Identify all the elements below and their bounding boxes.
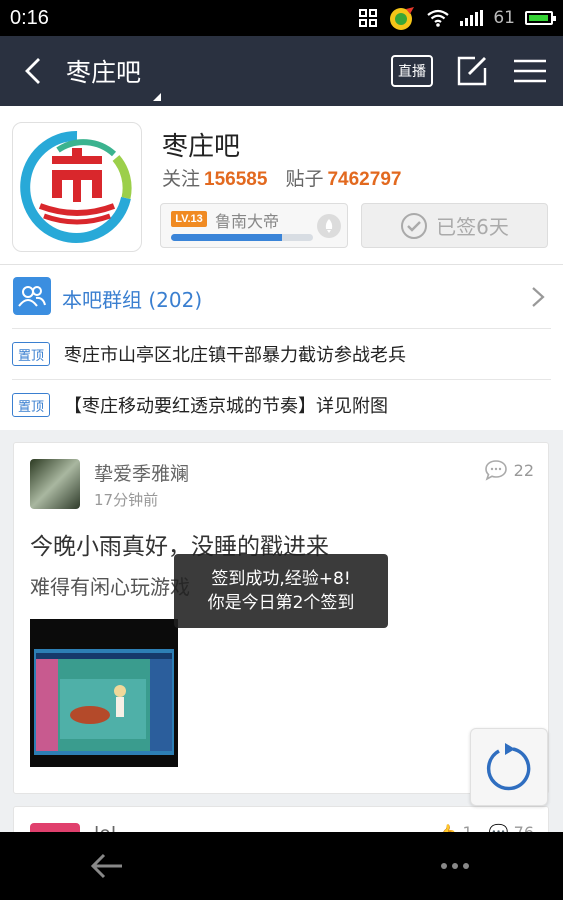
post-image[interactable]	[30, 619, 178, 767]
level-badge: LV.13	[171, 211, 207, 227]
app-bar: 枣庄吧 直播	[0, 36, 563, 106]
level-box[interactable]: LV.13 鲁南大帝	[160, 203, 348, 248]
menu-icon	[514, 59, 546, 83]
follow-count: 156585	[204, 169, 268, 190]
toast-line-2: 你是今日第2个签到	[207, 593, 355, 613]
wifi-icon	[427, 9, 450, 27]
pinned-badge: 置顶	[12, 393, 50, 417]
forum-logo-icon	[20, 130, 132, 243]
app-actions: 直播	[391, 52, 563, 90]
forum-header: 枣庄吧 关注 156585 贴子 7462797 LV.13 鲁南大帝 已签6天	[0, 106, 563, 264]
avatar[interactable]	[30, 459, 80, 509]
nav-back-button[interactable]	[86, 848, 128, 884]
app-notification-icon	[390, 7, 415, 30]
system-nav-bar	[0, 832, 563, 900]
status-icons: 61	[358, 5, 556, 31]
group-label: 本吧群组 (202)	[62, 288, 203, 312]
group-count: (202)	[148, 288, 203, 312]
app-title[interactable]: 枣庄吧	[66, 53, 162, 101]
refresh-icon	[486, 743, 531, 791]
nav-more-icon	[441, 863, 469, 869]
post-username[interactable]: 挚爱季雅斓	[94, 459, 189, 486]
comment-icon	[484, 460, 507, 481]
refresh-button[interactable]	[470, 728, 548, 806]
level-name: 鲁南大帝	[215, 212, 280, 231]
forum-stats: 关注 156585 贴子 7462797	[162, 164, 413, 191]
back-button[interactable]	[0, 36, 66, 106]
pinned-item[interactable]: 置顶 【枣庄移动要红透京城的节奏】详见附图	[12, 379, 551, 430]
rocket-icon	[317, 214, 341, 238]
post-body: 难得有闲心玩游戏	[30, 575, 190, 599]
signal-icon	[460, 10, 484, 26]
signed-label: 已签6天	[436, 215, 509, 239]
back-arrow-icon	[25, 58, 40, 84]
posts-count: 7462797	[327, 169, 402, 190]
pinned-title: 枣庄市山亭区北庄镇干部暴力截访参战老兵	[64, 345, 406, 366]
forum-name: 枣庄吧	[162, 132, 241, 162]
nav-more-button[interactable]	[434, 852, 476, 880]
forum-logo[interactable]	[12, 122, 142, 252]
sign-in-toast: 签到成功,经验+8! 你是今日第2个签到	[174, 554, 388, 628]
pinned-item[interactable]: 置顶 枣庄市山亭区北庄镇干部暴力截访参战老兵	[12, 328, 551, 379]
reply-count: 22	[484, 459, 534, 481]
group-row[interactable]: 本吧群组 (202)	[0, 264, 563, 328]
nav-back-icon	[90, 853, 122, 879]
pinned-badge: 置顶	[12, 342, 50, 366]
post-time: 17分钟前	[94, 491, 159, 509]
toast-line-1: 签到成功,经验+8!	[211, 569, 351, 589]
level-progress-bar	[171, 234, 313, 241]
signed-button[interactable]: 已签6天	[361, 203, 548, 248]
posts-label: 贴子	[285, 168, 324, 190]
battery-icon	[525, 11, 556, 25]
screenshot-icon	[359, 9, 378, 27]
pinned-title: 【枣庄移动要红透京城的节奏】详见附图	[64, 396, 388, 417]
compose-button[interactable]	[453, 52, 491, 90]
status-time: 0:16	[10, 6, 49, 29]
menu-button[interactable]	[511, 52, 549, 90]
check-circle-icon	[401, 212, 428, 239]
pinned-list: 置顶 枣庄市山亭区北庄镇干部暴力截访参战老兵 置顶 【枣庄移动要红透京城的节奏】…	[0, 328, 563, 430]
status-bar: 0:16 61	[0, 0, 563, 36]
compose-icon	[457, 56, 487, 86]
group-icon	[13, 277, 51, 315]
level-progress-fill	[171, 234, 282, 241]
follow-label: 关注	[162, 168, 201, 190]
live-button[interactable]: 直播	[391, 55, 433, 87]
chevron-right-icon	[532, 287, 545, 307]
battery-level: 61	[493, 8, 515, 28]
